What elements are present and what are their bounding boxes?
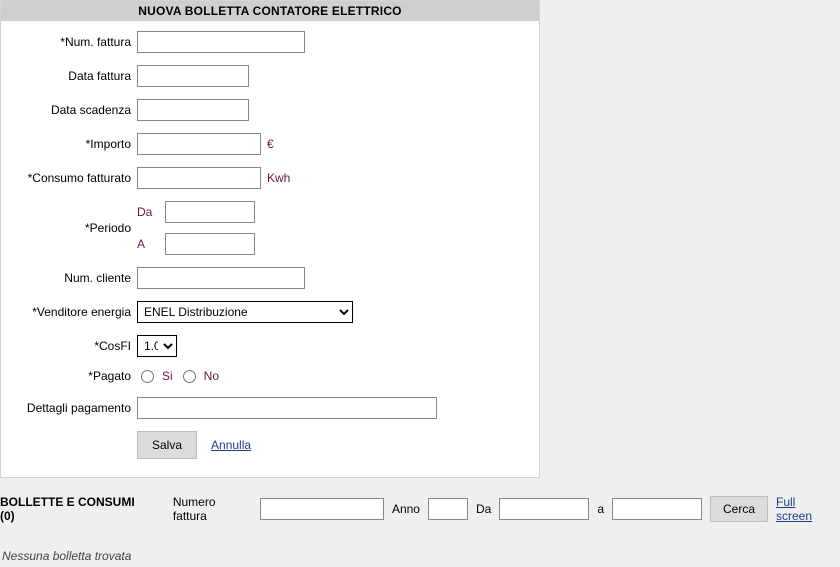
label-data-scadenza: Data scadenza bbox=[15, 103, 137, 117]
unit-kwh: Kwh bbox=[267, 171, 290, 185]
select-venditore[interactable]: ENEL Distribuzione bbox=[137, 301, 353, 323]
label-periodo-a: A bbox=[137, 237, 159, 251]
label-venditore: *Venditore energia bbox=[15, 305, 137, 319]
form-body: *Num. fattura Data fattura Data scadenza… bbox=[1, 21, 539, 477]
input-consumo-fatturato[interactable] bbox=[137, 167, 261, 189]
label-periodo: *Periodo bbox=[15, 221, 137, 235]
label-data-fattura: Data fattura bbox=[15, 69, 137, 83]
form-title: NUOVA BOLLETTA CONTATORE ELETTRICO bbox=[1, 1, 539, 21]
label-filter-numero-fattura: Numero fattura bbox=[173, 495, 252, 523]
label-cosfi: *CosFI bbox=[15, 339, 137, 353]
input-importo[interactable] bbox=[137, 133, 261, 155]
label-consumo-fatturato: *Consumo fatturato bbox=[15, 171, 137, 185]
radio-pagato-si[interactable] bbox=[141, 370, 154, 383]
input-filter-numero-fattura[interactable] bbox=[260, 498, 384, 520]
unit-euro: € bbox=[267, 137, 274, 151]
filter-bar: BOLLETTE E CONSUMI (0) Numero fattura An… bbox=[0, 493, 840, 535]
label-filter-a: a bbox=[597, 502, 604, 516]
input-filter-anno[interactable] bbox=[428, 498, 468, 520]
input-dettagli[interactable] bbox=[137, 397, 437, 419]
search-button[interactable]: Cerca bbox=[710, 496, 768, 522]
radio-pagato-no[interactable] bbox=[183, 370, 196, 383]
label-filter-anno: Anno bbox=[392, 502, 420, 516]
label-num-fattura: *Num. fattura bbox=[15, 35, 137, 49]
input-periodo-a[interactable] bbox=[165, 233, 255, 255]
cancel-link[interactable]: Annulla bbox=[211, 438, 251, 452]
input-filter-a[interactable] bbox=[612, 498, 702, 520]
input-num-cliente[interactable] bbox=[137, 267, 305, 289]
input-periodo-da[interactable] bbox=[165, 201, 255, 223]
save-button[interactable]: Salva bbox=[137, 431, 197, 459]
label-pagato: *Pagato bbox=[15, 369, 137, 383]
no-results-message: Nessuna bolletta trovata bbox=[0, 535, 840, 567]
input-data-scadenza[interactable] bbox=[137, 99, 249, 121]
label-importo: *Importo bbox=[15, 137, 137, 151]
label-pagato-no: No bbox=[204, 369, 219, 383]
new-bill-form-panel: NUOVA BOLLETTA CONTATORE ELETTRICO *Num.… bbox=[0, 0, 540, 478]
label-periodo-da: Da bbox=[137, 205, 159, 219]
label-pagato-si: Si bbox=[162, 369, 173, 383]
select-cosfi[interactable]: 1.0 bbox=[137, 335, 177, 357]
section-title: BOLLETTE E CONSUMI (0) bbox=[0, 495, 151, 523]
input-num-fattura[interactable] bbox=[137, 31, 305, 53]
label-filter-da: Da bbox=[476, 502, 491, 516]
input-filter-da[interactable] bbox=[499, 498, 589, 520]
full-screen-link[interactable]: Full screen bbox=[776, 495, 840, 523]
label-num-cliente: Num. cliente bbox=[15, 271, 137, 285]
input-data-fattura[interactable] bbox=[137, 65, 249, 87]
label-dettagli: Dettagli pagamento bbox=[15, 401, 137, 415]
